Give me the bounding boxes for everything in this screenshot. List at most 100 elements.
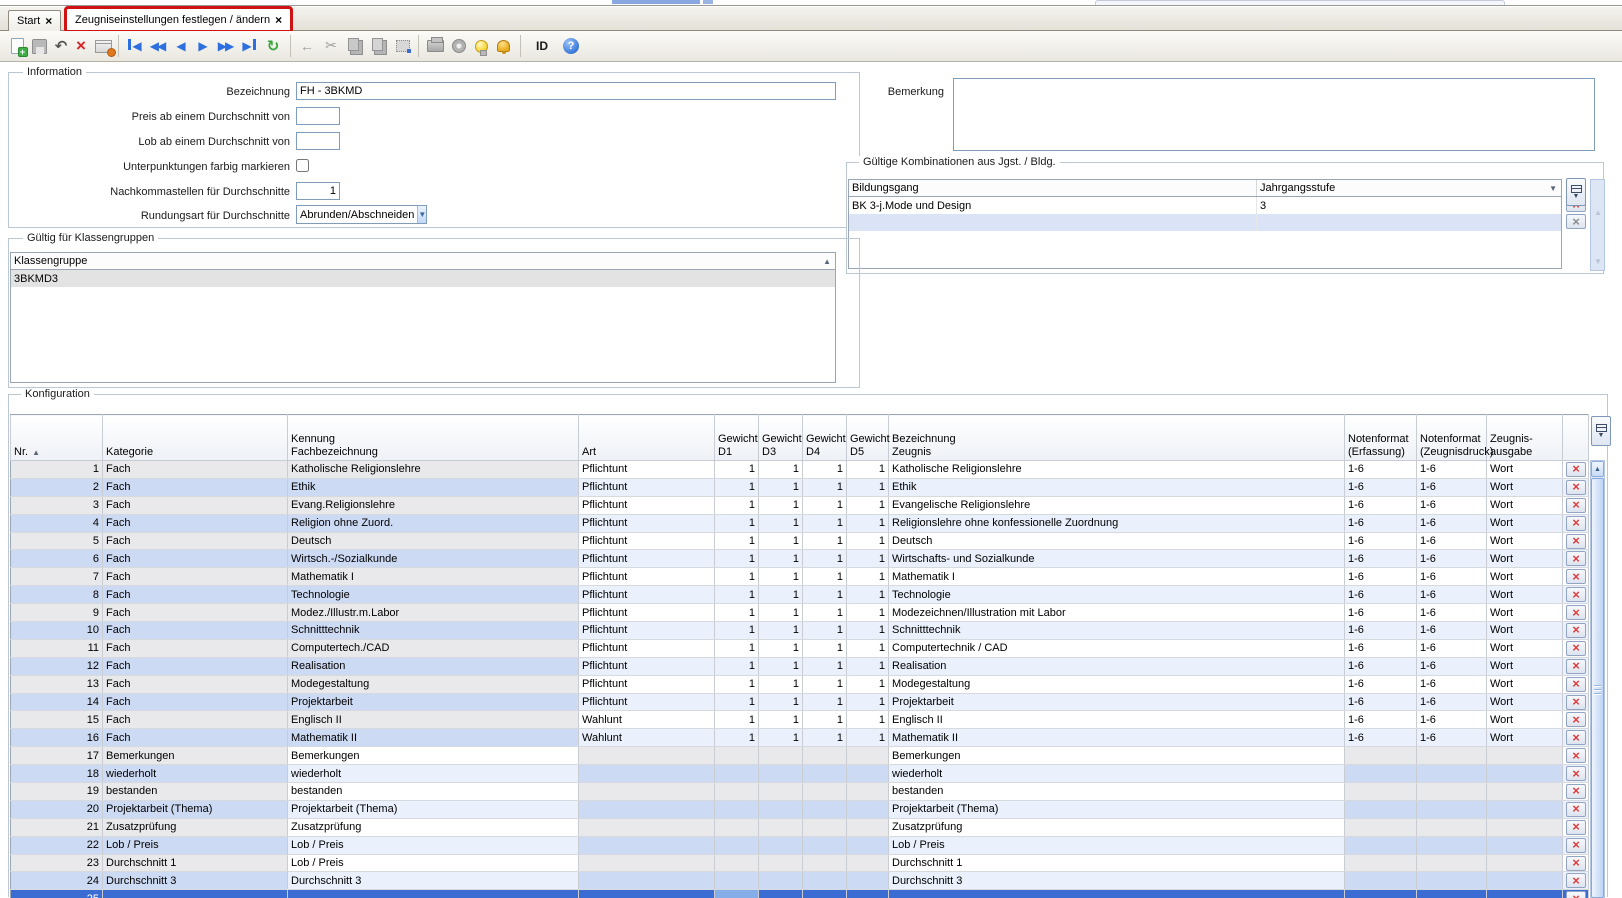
cell-bezeichnung[interactable]: Evangelische Religionslehre	[889, 496, 1345, 514]
cell-d4[interactable]: 1	[803, 478, 847, 496]
cell-kennung[interactable]: Realisation	[288, 657, 579, 675]
bezeichnung-input[interactable]	[296, 82, 836, 100]
cell-art[interactable]: Pflichtunt	[579, 568, 715, 586]
cell-d1[interactable]: 1	[715, 586, 759, 604]
cell-d5[interactable]	[847, 872, 889, 890]
cell-d5[interactable]: 1	[847, 657, 889, 675]
cell-d3[interactable]: 1	[759, 711, 803, 729]
cell-nr[interactable]: 12	[11, 657, 103, 675]
delete-row-button[interactable]: ×	[1566, 659, 1586, 674]
cut-icon[interactable]: ✂	[320, 35, 342, 57]
cell-bezeichnung[interactable]: Projektarbeit	[889, 693, 1345, 711]
cell-nf_erf[interactable]	[1345, 800, 1417, 818]
cell-art[interactable]	[579, 836, 715, 854]
cell-art[interactable]	[579, 872, 715, 890]
column-header-art[interactable]: Art	[579, 415, 715, 461]
cell-ausgabe[interactable]: Wort	[1487, 693, 1563, 711]
preis-input[interactable]	[296, 107, 340, 125]
cell-art[interactable]: Pflichtunt	[579, 604, 715, 622]
cell-d1[interactable]: 1	[715, 729, 759, 747]
cell-nf_druck[interactable]	[1417, 854, 1487, 872]
cell-d3[interactable]: 1	[759, 586, 803, 604]
disc-icon[interactable]	[448, 35, 470, 57]
delete-row-button[interactable]: ×	[1566, 748, 1586, 763]
cell-d3[interactable]: 1	[759, 478, 803, 496]
cell-d1[interactable]	[715, 836, 759, 854]
cell-nf_erf[interactable]: 1-6	[1345, 586, 1417, 604]
cell-nr[interactable]: 14	[11, 693, 103, 711]
cell-bezeichnung[interactable]: Computertechnik / CAD	[889, 639, 1345, 657]
cell-nf_druck[interactable]	[1417, 783, 1487, 801]
cell-nf_druck[interactable]	[1417, 800, 1487, 818]
delete-row-button[interactable]: ×	[1566, 712, 1586, 727]
cell-nf_erf[interactable]: 1-6	[1345, 478, 1417, 496]
cell-kennung[interactable]	[288, 890, 579, 898]
cell-d4[interactable]	[803, 854, 847, 872]
cell-d1[interactable]: 1	[715, 657, 759, 675]
cell-kennung[interactable]: Projektarbeit	[288, 693, 579, 711]
cell-kategorie[interactable]: Fach	[103, 514, 288, 532]
column-header-ausgabe[interactable]: Zeugnis- ausgabe	[1487, 415, 1563, 461]
cell-nr[interactable]: 24	[11, 872, 103, 890]
help-icon[interactable]: ?	[560, 35, 582, 57]
chevron-down-icon[interactable]: ▼	[1549, 184, 1557, 193]
delete-row-button[interactable]: ×	[1566, 551, 1586, 566]
cell-d4[interactable]: 1	[803, 586, 847, 604]
cell-kategorie[interactable]: bestanden	[103, 783, 288, 801]
cell-kategorie[interactable]: Fach	[103, 622, 288, 640]
cell-d4[interactable]: 1	[803, 693, 847, 711]
sort-asc-icon[interactable]: ▲	[32, 448, 40, 457]
cell-d3[interactable]	[759, 872, 803, 890]
column-header-kennung[interactable]: Kennung Fachbezeichnung	[288, 415, 579, 461]
cell-nf_erf[interactable]	[1345, 818, 1417, 836]
cell-kategorie[interactable]: Durchschnitt 1	[103, 854, 288, 872]
previous-record-icon[interactable]: ◀	[170, 35, 192, 57]
cell-d3[interactable]	[759, 747, 803, 765]
fast-rewind-icon[interactable]: ◀◀	[146, 35, 168, 57]
cell-kennung[interactable]: Schnitttechnik	[288, 622, 579, 640]
cell-kennung[interactable]: Durchschnitt 3	[288, 872, 579, 890]
column-header-d3[interactable]: Gewicht D3	[759, 415, 803, 461]
form-settings-icon[interactable]	[92, 35, 114, 57]
cell-d1[interactable]: 1	[715, 496, 759, 514]
tab-start[interactable]: Start ×	[8, 10, 61, 31]
cell-d1[interactable]	[715, 890, 759, 898]
cell-d1[interactable]: 1	[715, 639, 759, 657]
selection-icon[interactable]	[392, 35, 414, 57]
cell-bezeichnung[interactable]: Bemerkungen	[889, 747, 1345, 765]
column-header-jahrgangsstufe[interactable]: Jahrgangsstufe▼	[1257, 180, 1561, 196]
cell-art[interactable]: Pflichtunt	[579, 550, 715, 568]
cell-d5[interactable]	[847, 747, 889, 765]
cell-art[interactable]	[579, 747, 715, 765]
cell-nr[interactable]: 21	[11, 818, 103, 836]
cell-d1[interactable]: 1	[715, 461, 759, 479]
cell-art[interactable]: Pflichtunt	[579, 657, 715, 675]
cell-d5[interactable]	[847, 800, 889, 818]
cell-nf_erf[interactable]: 1-6	[1345, 622, 1417, 640]
cell-d5[interactable]	[847, 783, 889, 801]
column-header-nr[interactable]: Nr.▲	[11, 415, 103, 461]
cell-d1[interactable]: 1	[715, 568, 759, 586]
cell-kennung[interactable]: Modegestaltung	[288, 675, 579, 693]
insert-row-button[interactable]: ▼	[1566, 178, 1586, 206]
cell-kategorie[interactable]: Zusatzprüfung	[103, 818, 288, 836]
cell-kategorie[interactable]	[103, 890, 288, 898]
column-header-d4[interactable]: Gewicht D4	[803, 415, 847, 461]
cell-nf_druck[interactable]: 1-6	[1417, 532, 1487, 550]
cell-nf_erf[interactable]: 1-6	[1345, 693, 1417, 711]
cell-nf_erf[interactable]: 1-6	[1345, 532, 1417, 550]
cell-ausgabe[interactable]: Wort	[1487, 568, 1563, 586]
cell-art[interactable]: Wahlunt	[579, 729, 715, 747]
cell-nf_erf[interactable]	[1345, 890, 1417, 898]
cell-art[interactable]	[579, 783, 715, 801]
cell-kategorie[interactable]: Fach	[103, 639, 288, 657]
cell-d1[interactable]: 1	[715, 693, 759, 711]
cell-nr[interactable]: 4	[11, 514, 103, 532]
cell-nr[interactable]: 16	[11, 729, 103, 747]
delete-row-button[interactable]: ×	[1566, 856, 1586, 871]
cell-nf_druck[interactable]: 1-6	[1417, 711, 1487, 729]
insert-row-button[interactable]: ▼	[1591, 416, 1611, 446]
delete-row-button[interactable]: ×	[1566, 695, 1586, 710]
cell-nf_druck[interactable]	[1417, 836, 1487, 854]
cell-d1[interactable]	[715, 765, 759, 783]
